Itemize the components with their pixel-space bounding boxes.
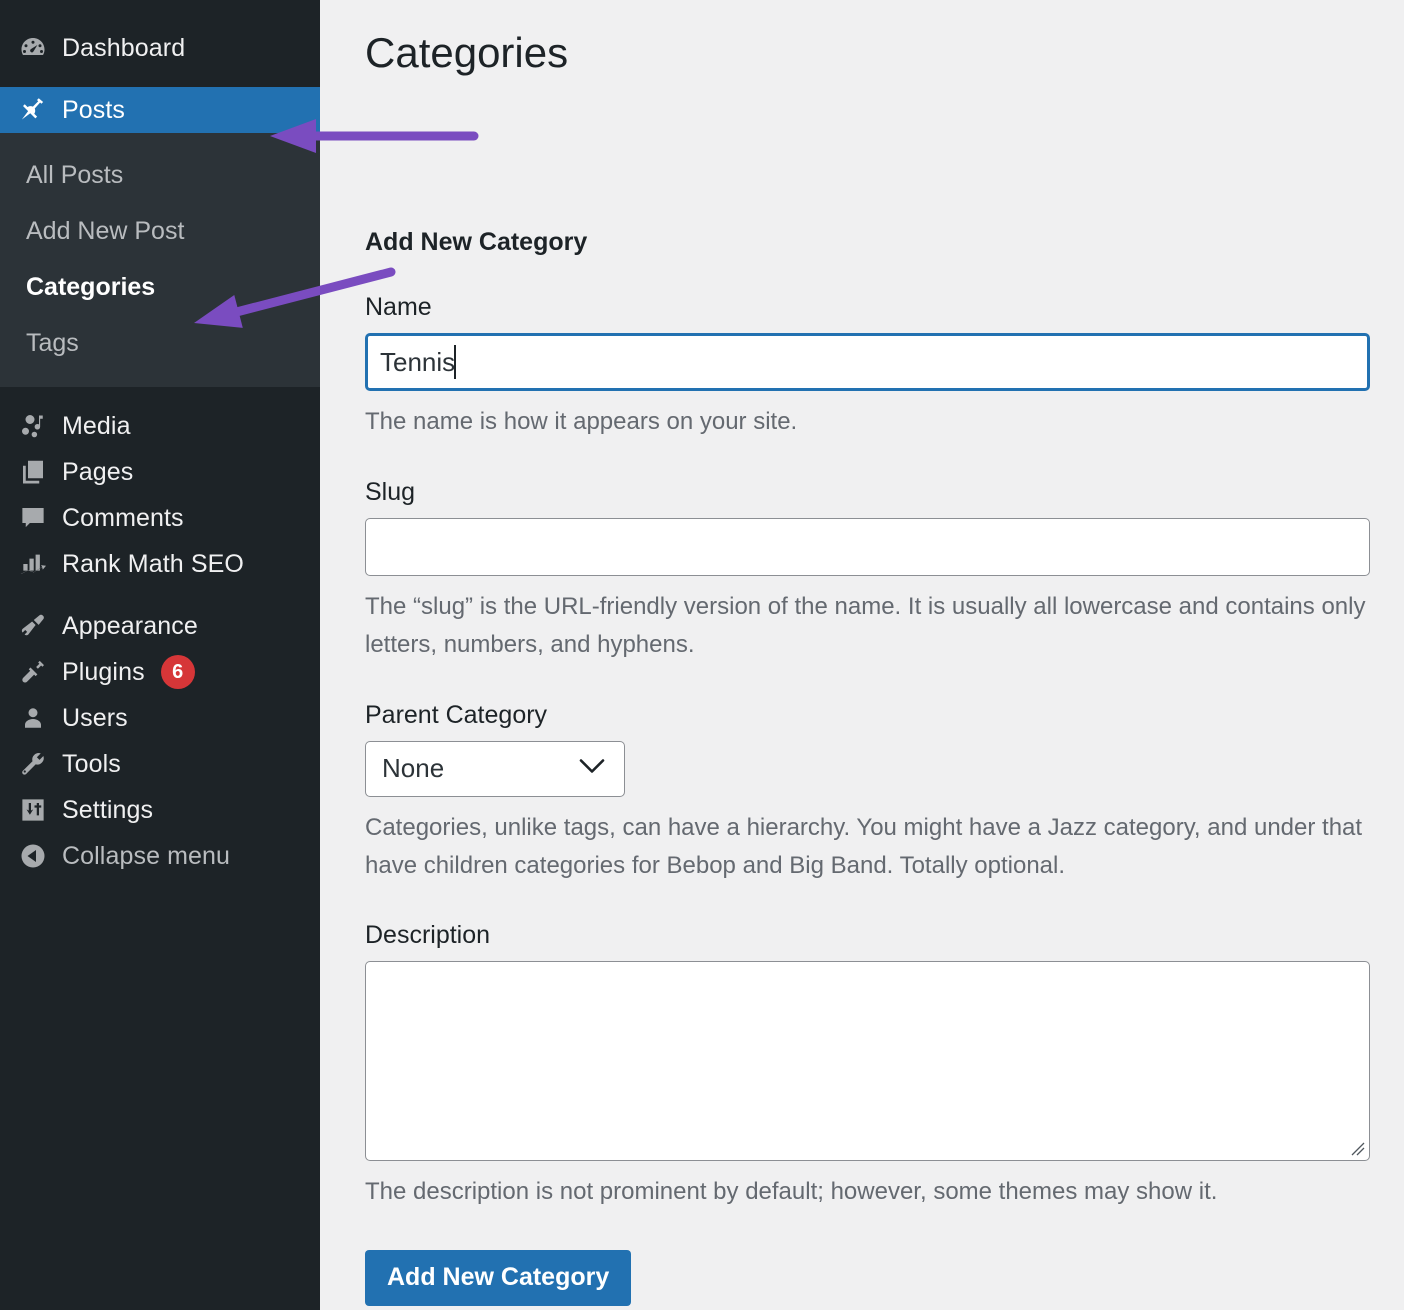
- sidebar-item-label: Dashboard: [62, 33, 186, 62]
- sidebar-separator-2: [0, 387, 320, 403]
- text-caret: [454, 345, 457, 380]
- add-new-category-button[interactable]: Add New Category: [365, 1249, 632, 1306]
- sidebar-item-comments[interactable]: Comments: [0, 495, 320, 541]
- plugins-update-badge: 6: [160, 655, 195, 689]
- sidebar-subitem-add-new-post[interactable]: Add New Post: [0, 203, 320, 259]
- parent-category-field-help: Categories, unlike tags, can have a hier…: [365, 813, 1363, 879]
- page-title: Categories: [365, 29, 569, 76]
- sidebar-item-collapse-menu[interactable]: Collapse menu: [0, 833, 320, 879]
- sidebar-item-label: Appearance: [62, 611, 198, 640]
- sidebar-item-media[interactable]: Media: [0, 403, 320, 449]
- sidebar-item-pages[interactable]: Pages: [0, 449, 320, 495]
- sliders-icon: [18, 795, 62, 825]
- sidebar-item-label: Posts: [62, 95, 126, 124]
- sidebar-item-dashboard[interactable]: Dashboard: [0, 25, 320, 71]
- sidebar-item-label: Plugins: [62, 657, 145, 686]
- bar-chart-arrow-icon: [18, 548, 62, 580]
- sidebar-item-label: Media: [62, 411, 131, 440]
- dashboard-icon: [18, 33, 62, 63]
- name-input[interactable]: [365, 333, 1370, 392]
- sidebar-item-label: Pages: [62, 457, 134, 486]
- name-field-label: Name: [365, 293, 432, 322]
- sidebar-item-label: Tools: [62, 749, 121, 778]
- sidebar-item-label: Collapse menu: [62, 841, 231, 870]
- name-field-help: The name is how it appears on your site.: [365, 408, 798, 436]
- user-icon: [18, 703, 62, 733]
- slug-field-help: The “slug” is the URL-friendly version o…: [365, 592, 1366, 659]
- description-field-help: The description is not prominent by defa…: [365, 1178, 1218, 1206]
- description-textarea[interactable]: [365, 961, 1370, 1162]
- sidebar-separator-1: [0, 71, 320, 87]
- media-icon: [18, 411, 62, 441]
- pages-icon: [18, 457, 62, 487]
- parent-category-select[interactable]: None: [365, 740, 625, 797]
- sidebar-item-posts[interactable]: Posts: [0, 87, 320, 133]
- slug-field-label: Slug: [365, 477, 416, 506]
- sidebar-item-tools[interactable]: Tools: [0, 741, 320, 787]
- comment-bubble-icon: [18, 503, 62, 533]
- collapse-arrow-icon: [18, 841, 62, 871]
- pin-icon: [18, 95, 62, 125]
- sidebar-separator-3: [0, 587, 320, 603]
- parent-category-field-label: Parent Category: [365, 700, 548, 729]
- sidebar-item-settings[interactable]: Settings: [0, 787, 320, 833]
- main-content: Categories Add New Category Name The nam…: [320, 0, 1404, 1310]
- sidebar-item-label: Users: [62, 703, 128, 732]
- sidebar-top-spacer: [0, 0, 320, 25]
- slug-input[interactable]: [365, 517, 1370, 576]
- plug-icon: [18, 657, 62, 687]
- sidebar-subitem-tags[interactable]: Tags: [0, 315, 320, 371]
- sidebar-item-appearance[interactable]: Appearance: [0, 603, 320, 649]
- description-textarea-wrapper: [365, 961, 1370, 1162]
- sidebar-item-label: Rank Math SEO: [62, 549, 244, 578]
- sidebar-submenu-posts: All Posts Add New Post Categories Tags: [0, 133, 320, 387]
- parent-category-select-wrapper[interactable]: None: [365, 740, 625, 797]
- sidebar-item-users[interactable]: Users: [0, 695, 320, 741]
- sidebar-item-label: Comments: [62, 503, 184, 532]
- sidebar-item-label: Settings: [62, 795, 154, 824]
- sidebar-item-rank-math-seo[interactable]: Rank Math SEO: [0, 541, 320, 587]
- paintbrush-icon: [18, 611, 62, 641]
- wrench-icon: [18, 749, 62, 779]
- section-heading-add-new-category: Add New Category: [365, 228, 588, 257]
- wordpress-admin-screen: Dashboard Posts All Posts Add New Post C…: [0, 0, 1404, 1310]
- sidebar-item-plugins[interactable]: Plugins 6: [0, 649, 320, 695]
- sidebar-subitem-all-posts[interactable]: All Posts: [0, 147, 320, 203]
- admin-sidebar: Dashboard Posts All Posts Add New Post C…: [0, 0, 320, 1310]
- description-field-label: Description: [365, 921, 491, 950]
- sidebar-subitem-categories[interactable]: Categories: [0, 259, 320, 315]
